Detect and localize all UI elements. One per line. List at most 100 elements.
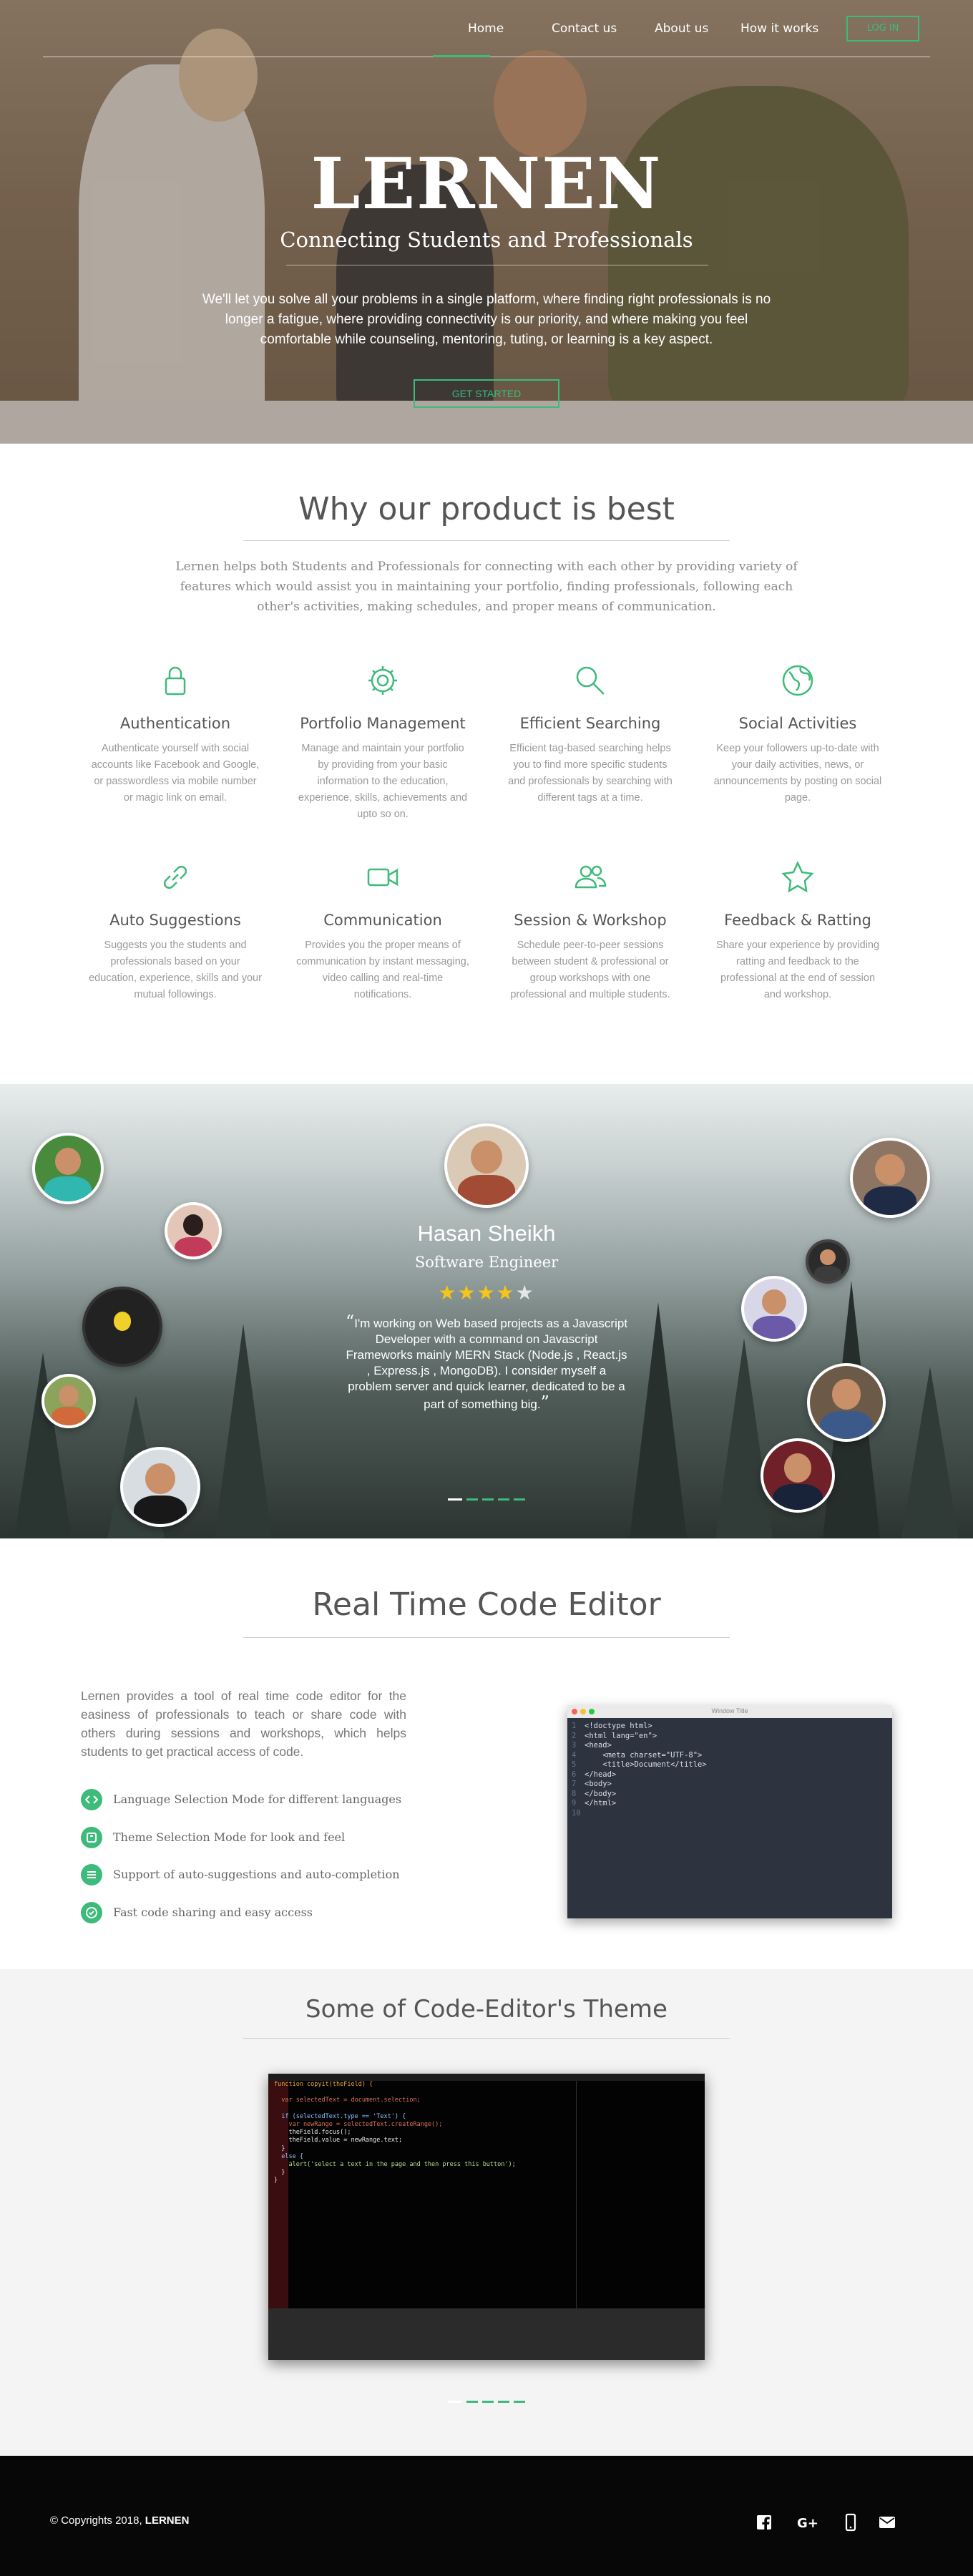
avatar[interactable] [120,1447,200,1527]
google-plus-icon[interactable]: G+ [797,2513,820,2532]
feature-title: Session & Workshop [514,912,667,929]
feature-text: Authenticate yourself with social accoun… [91,743,260,804]
nav-how-it-works[interactable]: How it works [740,21,818,36]
pager-dot[interactable] [498,2401,509,2403]
feature-text: Keep your followers up-to-date with your… [713,743,882,804]
testimonial-name: Hasan Sheikh [417,1221,556,1246]
testimonial-quote: “I'm working on Web based projects as a … [343,1312,630,1413]
bullet-text: Language Selection Mode for different la… [113,1792,402,1806]
feature-efficient-searching: Efficient Searching Efficient tag-based … [501,662,680,806]
star-filled-icon: ★ [476,1282,497,1304]
lock-icon [165,666,186,696]
list-icon [81,1864,102,1885]
editor-title: Real Time Code Editor [312,1586,661,1623]
star-icon [781,861,814,893]
bullet-text: Support of auto-suggestions and auto-com… [113,1868,400,1881]
nav-home[interactable]: Home [468,21,504,36]
themes-divider [243,2038,730,2039]
feature-text: Suggests you the students and profession… [89,940,262,1000]
nav-about-us[interactable]: About us [655,21,708,36]
testimonial-rating: ★★★★★ [0,1281,973,1304]
avatar[interactable] [807,1363,886,1442]
editor-divider [243,1637,730,1638]
feature-authentication: Authentication Authenticate yourself wit… [86,662,265,806]
code-icon [81,1789,102,1810]
search-icon [576,666,605,695]
copyright: © Copyrights 2018, LERNEN [50,2514,190,2527]
link-icon [163,865,187,889]
globe-icon [782,665,813,696]
email-icon[interactable] [878,2513,896,2532]
avatar[interactable] [850,1138,930,1218]
pager-dot[interactable] [498,1498,509,1501]
gear-icon [368,666,397,695]
avatar-main [444,1123,529,1208]
forest-tree [215,1324,272,1538]
feature-text: Efficient tag-based searching helps you … [508,743,673,804]
forest-tree [901,1367,959,1538]
quote-open: “ [345,1312,355,1332]
feature-portfolio-management: Portfolio Management Manage and maintain… [293,662,472,823]
feature-social-activities: Social Activities Keep your followers up… [708,662,887,806]
feature-text: Share your experience by providing ratti… [715,940,880,1000]
feature-feedback-ratting: Feedback & Ratting Share your experience… [708,859,887,1003]
feature-title: Portfolio Management [300,715,466,732]
theme-screenshot[interactable]: function copyit(theField) { var selected… [268,2074,705,2360]
editor-top-bar [268,2074,705,2081]
video-icon [367,868,399,887]
pager-dot[interactable] [466,1498,478,1501]
editor-footer-panel [268,2308,705,2360]
footer: © Copyrights 2018, LERNEN G+ [0,2456,973,2576]
nav-contact-us[interactable]: Contact us [552,21,617,36]
pager-dot[interactable] [482,1498,494,1501]
feature-title: Communication [323,912,442,929]
check-icon [81,1902,102,1923]
feature-title: Authentication [119,715,231,732]
pager-dot[interactable] [448,1498,462,1501]
testimonial-role: Software Engineer [414,1254,559,1271]
code-editor-window[interactable]: Window Title 1 <!doctype html> 2 <html lan… [567,1705,892,1918]
feature-session-workshop: Session & Workshop Schedule peer-to-peer… [501,859,680,1003]
top-nav: Home Contact us About us How it works LO… [43,0,930,57]
bullet-text: Fast code sharing and easy access [113,1906,313,1919]
editor-code[interactable]: 1 <!doctype html> 2 <html lang="en"> 3 <hea… [567,1718,892,1818]
feature-text: Provides you the proper means of communi… [296,940,469,1000]
feature-text: Manage and maintain your portfolio by pr… [298,743,468,820]
feature-title: Social Activities [738,715,857,732]
feature-title: Feedback & Ratting [724,912,871,929]
footer-brand: LERNEN [145,2514,190,2527]
login-button[interactable]: LOG IN [846,16,919,42]
pager-dot[interactable] [482,2401,494,2403]
feature-communication: Communication Provides you the proper me… [293,859,472,1003]
feature-title: Auto Suggestions [109,912,241,929]
features-divider [243,540,730,541]
avatar[interactable] [41,1374,96,1428]
svg-text:G+: G+ [797,2516,818,2531]
hero-title: LERNEN [311,143,662,225]
facebook-icon[interactable] [755,2513,773,2532]
star-filled-icon: ★ [496,1282,516,1304]
features-description: Lernen helps both Students and Professio… [175,560,798,614]
star-filled-icon: ★ [438,1282,458,1304]
users-icon [574,865,607,889]
phone-icon[interactable] [841,2513,860,2532]
testimonial-pager [0,1491,973,1504]
pager-dot[interactable] [514,2401,525,2403]
forest-tree [715,1338,773,1538]
pager-dot[interactable] [466,2401,478,2403]
get-started-button[interactable]: GET STARTED [414,379,559,408]
pager-dot[interactable] [448,2401,462,2403]
avatar[interactable] [32,1133,104,1204]
palette-icon [81,1827,102,1848]
star-filled-icon: ★ [457,1282,477,1304]
window-title: Window Title [711,1707,748,1714]
editor-intro: Lernen provides a tool of real time code… [81,1689,406,1759]
themes-pager [0,2394,973,2406]
feature-text: Schedule peer-to-peer sessions between s… [510,940,670,1000]
hero-description: We'll let you solve all your problems in… [202,292,771,347]
pager-dot[interactable] [514,1498,525,1501]
quote-text: I'm working on Web based projects as a J… [346,1317,628,1411]
window-titlebar: Window Title [567,1705,892,1718]
star-empty-icon: ★ [515,1282,535,1304]
hero-section: Home Contact us About us How it works LO… [0,0,973,444]
